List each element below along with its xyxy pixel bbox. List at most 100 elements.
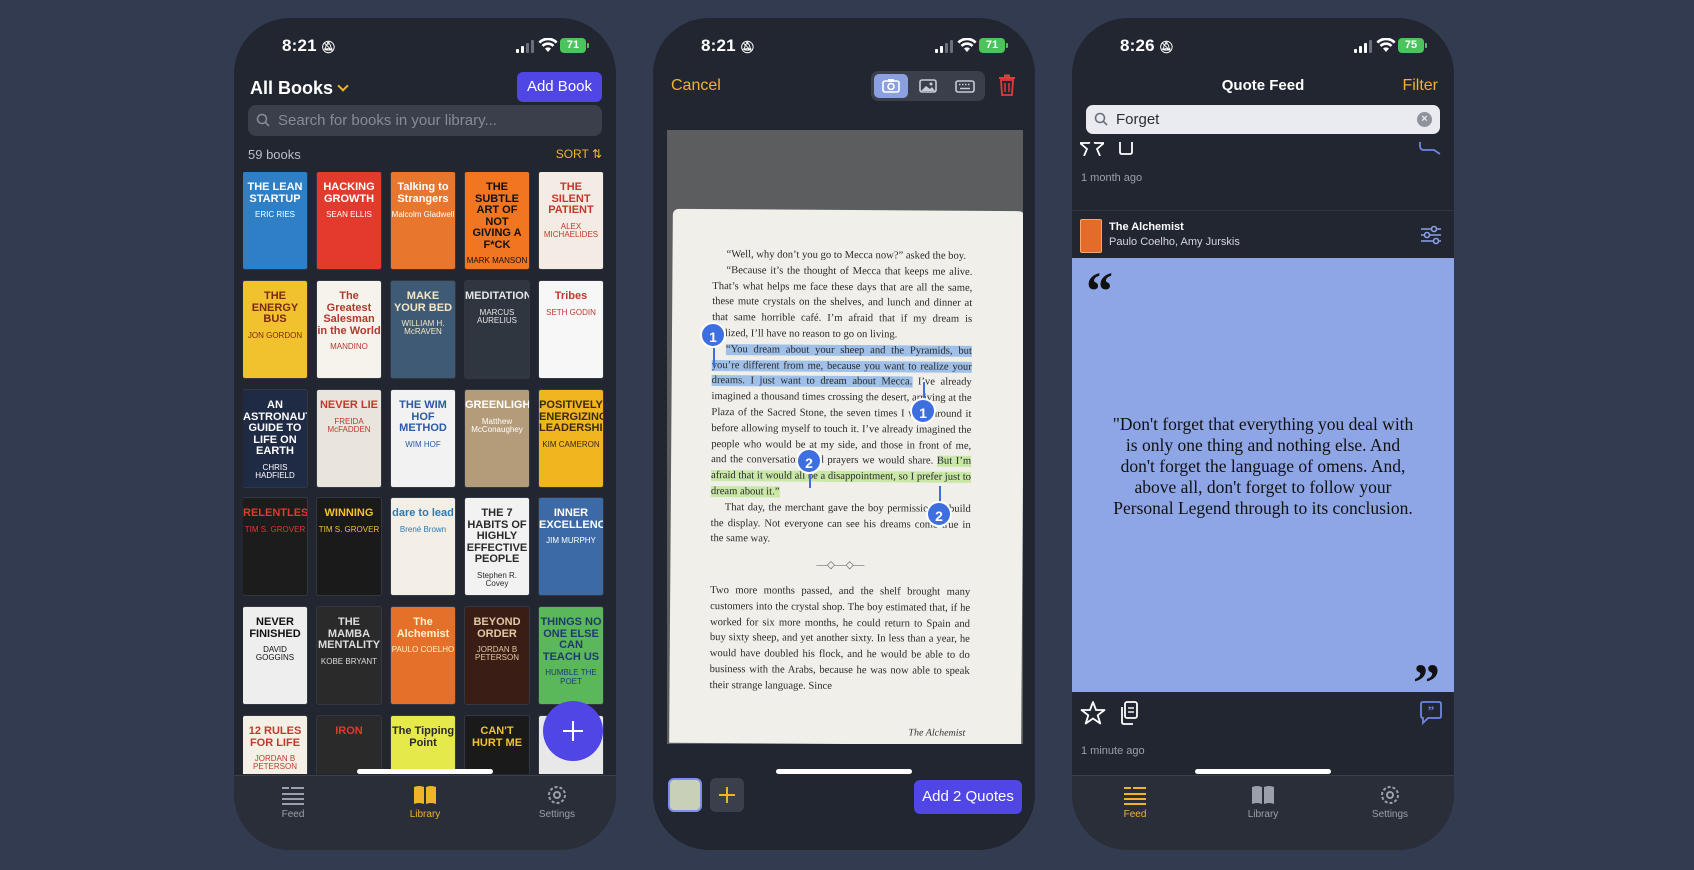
book-cover[interactable]: WINNING TIM S. GROVER (317, 498, 381, 595)
book-cover[interactable]: THE 7 HABITS OF HIGHLY EFFECTIVE PEOPLE S… (465, 498, 529, 595)
book-cover-author: HUMBLE THE POET (545, 668, 597, 686)
keyboard-mode-button[interactable] (948, 74, 982, 98)
book-cover[interactable]: HACKING GROWTH SEAN ELLIS (317, 172, 381, 269)
page-text-block: “Well, why don’t you go to Mecca now?” a… (709, 247, 973, 695)
quote-book-authors: Paulo Coelho, Amy Jurskis (1109, 236, 1240, 248)
book-cover-author: KIM CAMERON (542, 439, 600, 449)
book-cover-title: THE 7 HABITS OF HIGHLY EFFECTIVE PEOPLE (466, 507, 528, 566)
book-cover-title: MAKE YOUR BED (393, 290, 453, 314)
book-cover[interactable]: IRON (317, 716, 381, 774)
tab-settings[interactable]: Settings (1350, 784, 1430, 820)
book-cover[interactable]: The Tipping Point (391, 716, 455, 774)
clear-search-icon[interactable]: × (1417, 112, 1432, 127)
tab-library[interactable]: Library (1223, 784, 1303, 820)
home-indicator (357, 769, 493, 774)
status-time: 8:26 🔕︎ (1120, 36, 1175, 55)
book-cover[interactable]: THINGS NO ONE ELSE CAN TEACH US HUMBLE TH… (539, 607, 603, 704)
book-cover-author: MARK MANSON (466, 256, 528, 266)
book-cover[interactable]: THE MAMBA MENTALITY KOBE BRYANT (317, 607, 381, 704)
book-cover[interactable]: RELENTLESS TIM S. GROVER (243, 498, 307, 595)
quote-text: "Don't forget that everything you deal w… (1112, 414, 1414, 518)
camera-mode-button[interactable] (874, 74, 908, 98)
book-cover[interactable]: MEDITATIONS MARCUS AURELIUS (465, 281, 529, 378)
quote-bubble-icon[interactable] (1418, 142, 1442, 156)
copy-icon[interactable] (1116, 142, 1136, 156)
book-cover[interactable]: NEVER FINISHED DAVID GOGGINS (243, 607, 307, 704)
book-cover[interactable]: THE WIM HOF METHOD WIM HOF (391, 390, 455, 487)
add-book-button[interactable]: Add Book (516, 72, 602, 102)
library-screen: 8:21 🔕︎ 71 All Books Add Book Search for … (234, 18, 616, 850)
book-cover-title: GREENLIGHTS (465, 399, 529, 411)
cancel-button[interactable]: Cancel (671, 77, 721, 95)
book-cover-author: JIM MURPHY (546, 536, 596, 546)
book-cover[interactable]: CAN'T HURT ME (465, 716, 529, 774)
photo-mode-button[interactable] (911, 74, 945, 98)
wifi-icon (957, 38, 977, 52)
book-cover[interactable]: Talking to Strangers Malcolm Gladwell (391, 172, 455, 269)
copy-icon[interactable] (1116, 700, 1142, 726)
book-cover[interactable]: BEYOND ORDER JORDAN B PETERSON (465, 607, 529, 704)
book-open-icon (1252, 786, 1274, 804)
filter-button[interactable]: Filter (1402, 77, 1438, 95)
selection-marker-start-1[interactable]: 1 (700, 322, 726, 348)
book-cover[interactable]: The Alchemist PAULO COELHO (391, 607, 455, 704)
book-cover[interactable]: dare to lead Brené Brown (391, 498, 455, 595)
library-search-input[interactable]: Search for books in your library... (248, 105, 602, 136)
book-cover-title: The Greatest Salesman in the World (317, 290, 381, 337)
book-cover[interactable]: Tribes SETH GODIN (539, 281, 603, 378)
quote-bubble-icon[interactable]: ” (1418, 700, 1444, 726)
quote-book-row[interactable]: The Alchemist Paulo Coelho, Amy Jurskis (1072, 210, 1454, 258)
book-cover[interactable]: THE LEAN STARTUP ERIC RIES (243, 172, 307, 269)
add-floating-button[interactable] (543, 701, 603, 761)
tab-feed[interactable]: Feed (1095, 784, 1175, 820)
book-cover[interactable]: THE SILENT PATIENT ALEX MICHAELIDES (539, 172, 603, 269)
selection-marker-end-1[interactable]: 1 (910, 398, 936, 424)
book-cover[interactable]: AN ASTRONAUT'S GUIDE TO LIFE ON EARTH CHR… (243, 390, 307, 487)
book-cover[interactable]: THE ENERGY BUS JON GORDON (243, 281, 307, 378)
book-thumbnail (1080, 219, 1102, 253)
book-cover-title: THE LEAN STARTUP (247, 181, 303, 205)
search-value: Forget (1116, 111, 1160, 128)
captured-page-photo[interactable]: “Well, why don’t you go to Mecca now?” a… (667, 130, 1023, 744)
camera-icon (882, 79, 900, 93)
book-cover-author: ALEX MICHAELIDES (543, 221, 599, 240)
input-mode-segmented-control (871, 71, 985, 101)
book-cover[interactable]: THE SUBTLE ART OF NOT GIVING A F*CK MARK … (465, 172, 529, 269)
book-cover-title: The Tipping Point (391, 725, 455, 749)
sort-button[interactable]: SORT ⇅ (556, 147, 602, 161)
selection-marker-start-2[interactable]: 2 (796, 448, 822, 474)
add-page-button[interactable] (710, 778, 744, 812)
book-cover-title: NEVER LIE (319, 399, 379, 411)
tab-feed[interactable]: Feed (253, 784, 333, 820)
selection-marker-end-2[interactable]: 2 (926, 501, 952, 527)
feed-search-input[interactable]: Forget × (1086, 105, 1440, 134)
star-icon[interactable] (1080, 700, 1106, 726)
book-cover[interactable]: GREENLIGHTS Matthew McConaughey (465, 390, 529, 487)
book-cover-title: IRON (335, 725, 363, 737)
book-cover-author: ERIC RIES (254, 210, 295, 220)
book-grid: THE LEAN STARTUP ERIC RIES HACKING GROWTH S… (243, 172, 607, 774)
add-quotes-button[interactable]: Add 2 Quotes (914, 780, 1022, 814)
book-cover[interactable]: 12 RULES FOR LIFE JORDAN B PETERSON (243, 716, 307, 774)
quote-card[interactable]: “ "Don't forget that everything you deal… (1072, 258, 1454, 710)
book-cover[interactable]: POSITIVELY ENERGIZING LEADERSHIP KIM CAME… (539, 390, 603, 487)
book-cover[interactable]: MAKE YOUR BED WILLIAM H. McRAVEN (391, 281, 455, 378)
book-cover-title: THE SUBTLE ART OF NOT GIVING A F*CK (472, 181, 522, 251)
book-cover[interactable]: INNER EXCELLENCE JIM MURPHY (539, 498, 603, 595)
book-cover[interactable]: The Greatest Salesman in the World MANDIN… (317, 281, 381, 378)
book-cover-title: WINNING (324, 507, 374, 519)
captured-page-thumbnail[interactable] (668, 778, 702, 812)
book-cover-author: KOBE BRYANT (320, 656, 378, 666)
sliders-icon[interactable] (1420, 225, 1442, 245)
tab-library[interactable]: Library (385, 784, 465, 820)
star-icon[interactable] (1080, 142, 1104, 156)
book-cover[interactable]: NEVER LIE FREIDA McFADDEN (317, 390, 381, 487)
book-cover-author: FREIDA McFADDEN (327, 416, 371, 434)
battery-indicator: 75 (1398, 38, 1427, 53)
trash-icon[interactable] (998, 74, 1016, 96)
book-cover-title: RELENTLESS (243, 507, 307, 519)
library-filter-dropdown[interactable]: All Books (250, 78, 349, 99)
page-footer: The Alchemist (908, 727, 966, 739)
tab-settings[interactable]: Settings (517, 784, 597, 820)
book-cover-title: MEDITATIONS (465, 290, 529, 302)
